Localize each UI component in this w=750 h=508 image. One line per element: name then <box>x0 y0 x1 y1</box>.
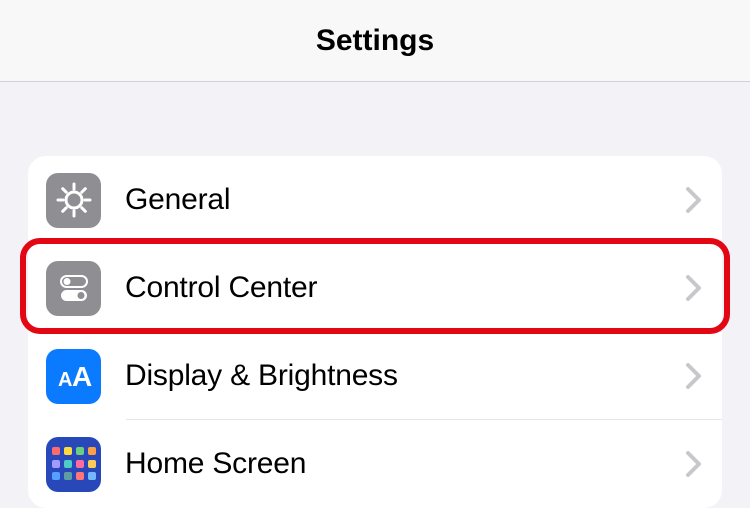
text-size-icon: A A <box>46 349 101 404</box>
chevron-right-icon <box>686 275 702 301</box>
row-display-brightness[interactable]: A A Display & Brightness <box>28 332 722 420</box>
row-label-general: General <box>125 183 686 217</box>
chevron-right-icon <box>686 363 702 389</box>
header: Settings <box>0 0 750 82</box>
row-label-control-center: Control Center <box>125 271 686 305</box>
page-title: Settings <box>316 24 434 58</box>
svg-text:A: A <box>58 369 72 391</box>
chevron-right-icon <box>686 187 702 213</box>
gear-icon <box>46 173 101 228</box>
row-label-display: Display & Brightness <box>125 359 686 393</box>
row-control-center[interactable]: Control Center <box>28 244 722 332</box>
settings-group: General Control Center <box>28 156 722 508</box>
row-label-home-screen: Home Screen <box>125 447 686 481</box>
svg-text:A: A <box>72 361 92 392</box>
row-general[interactable]: General <box>28 156 722 244</box>
chevron-right-icon <box>686 451 702 477</box>
row-home-screen[interactable]: Home Screen <box>28 420 722 508</box>
content: General Control Center <box>0 82 750 508</box>
toggles-icon <box>46 261 101 316</box>
app-grid-icon <box>46 437 101 492</box>
